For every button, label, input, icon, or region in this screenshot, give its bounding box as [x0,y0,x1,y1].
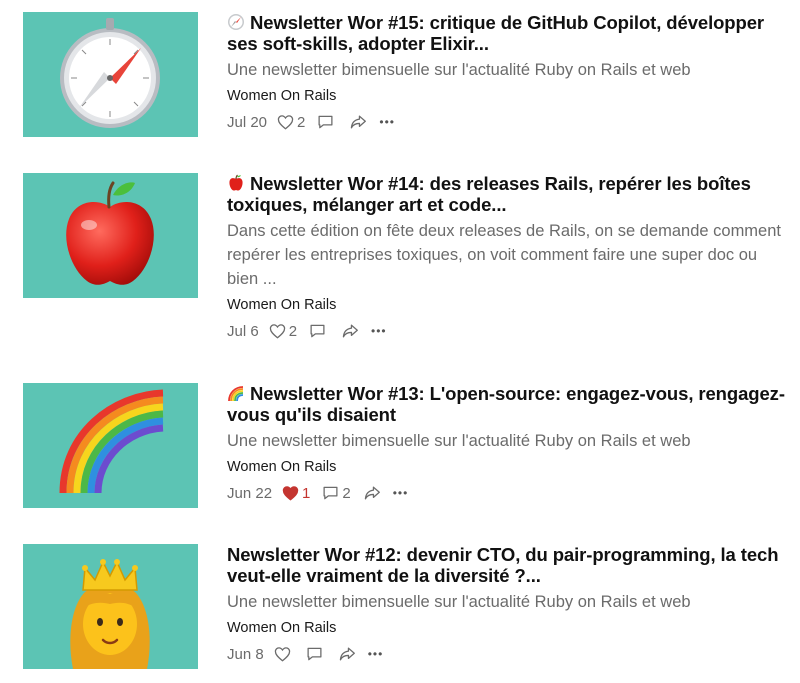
rainbow-emoji-icon [227,384,247,402]
comment-button[interactable]: 2 [322,484,351,502]
ellipsis-icon: ••• [379,115,395,129]
post-title[interactable]: Newsletter Wor #13: L'open-source: engag… [227,383,787,425]
post-title[interactable]: Newsletter Wor #14: des releases Rails, … [227,173,787,215]
like-count: 2 [297,113,306,131]
compass-emoji-icon [227,13,247,31]
like-count: 2 [288,322,298,340]
post-thumbnail[interactable] [23,383,198,508]
share-icon [339,647,355,661]
more-options-button[interactable]: ••• [368,647,384,661]
post-date: Jun 8 [227,645,264,663]
post-date: Jul 6 [227,322,259,340]
comment-button[interactable] [317,114,337,130]
like-button[interactable] [274,646,294,662]
post-title-text: Newsletter Wor #13: L'open-source: engag… [227,383,785,425]
comment-icon [307,647,322,661]
share-button[interactable] [349,114,367,130]
post-meta: Jul 20 2 ••• [227,111,787,133]
ellipsis-icon: ••• [371,324,387,338]
post-thumbnail[interactable] [23,12,198,137]
comment-button[interactable] [306,646,326,662]
share-button[interactable] [341,323,359,339]
post-author[interactable]: Women On Rails [227,620,336,636]
ellipsis-icon: ••• [367,647,384,661]
post-title-text: Newsletter Wor #14: des releases Rails, … [227,173,751,215]
comment-icon [310,324,325,338]
post-subtitle: Une newsletter bimensuelle sur l'actuali… [227,61,691,79]
compass-icon [60,18,160,128]
heart-filled-icon [282,486,299,501]
apple-emoji-icon [227,174,247,192]
ellipsis-icon: ••• [392,486,409,500]
post-meta: Jun 22 1 2 ••• [227,482,787,504]
heart-icon [269,324,285,339]
heart-icon [274,647,290,662]
like-button[interactable]: 2 [269,323,297,340]
rainbow-icon [59,389,164,494]
post-subtitle: Une newsletter bimensuelle sur l'actuali… [227,593,691,611]
post-title-text: Newsletter Wor #12: devenir CTO, du pair… [227,544,779,586]
comment-count: 2 [342,484,351,502]
post-thumbnail[interactable] [23,544,198,669]
like-button[interactable]: 2 [277,114,305,131]
more-options-button[interactable]: ••• [379,115,395,129]
post-thumbnail[interactable] [23,173,198,298]
share-button[interactable] [363,485,381,501]
post-title-text: Newsletter Wor #15: critique de GitHub C… [227,12,764,54]
post-author[interactable]: Women On Rails [227,88,336,104]
share-icon [364,486,380,500]
like-button[interactable]: 1 [282,485,310,502]
share-button[interactable] [338,646,356,662]
like-count: 1 [302,484,311,502]
comment-icon [323,486,338,500]
apple-icon [66,181,154,285]
share-icon [342,324,358,338]
post-date: Jun 22 [227,484,273,502]
more-options-button[interactable]: ••• [393,486,409,500]
comment-button[interactable] [309,323,329,339]
post-meta: Jul 6 2 ••• [227,320,787,342]
post-meta: Jun 8 ••• [227,643,787,665]
post-author[interactable]: Women On Rails [227,297,336,313]
heart-icon [277,115,294,130]
more-options-button[interactable]: ••• [371,324,387,338]
post-title[interactable]: Newsletter Wor #12: devenir CTO, du pair… [227,544,787,586]
share-icon [351,115,367,129]
post-author[interactable]: Women On Rails [227,459,336,475]
princess-icon [70,559,150,669]
post-subtitle: Dans cette édition on fête deux releases… [227,222,781,288]
post-date: Jul 20 [227,113,268,131]
post-title[interactable]: Newsletter Wor #15: critique de GitHub C… [227,12,787,54]
comment-icon [318,115,333,129]
post-subtitle: Une newsletter bimensuelle sur l'actuali… [227,432,691,450]
